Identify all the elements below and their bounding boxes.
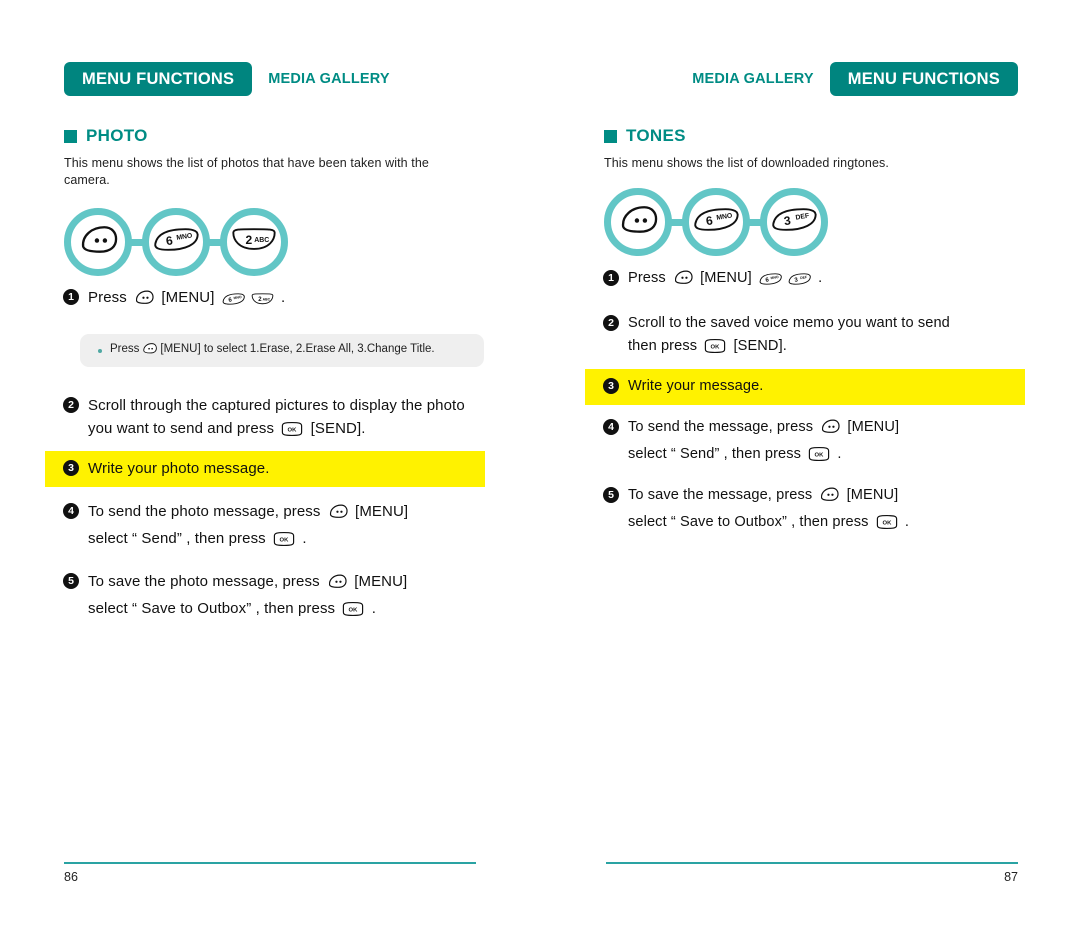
menu-softkey-icon: [133, 289, 155, 313]
step-item: 5 To save the message, press [MENU] select…: [585, 481, 1025, 541]
header-tag-menu-functions: MENU FUNCTIONS: [64, 62, 253, 96]
step-item: 1 Press [MENU] 6 MNO 3 DEF .: [585, 264, 1025, 297]
keypad-key-6-icon: 6 MNO: [758, 271, 783, 294]
page-footer-left: 86: [64, 862, 476, 892]
step-item: 4 To send the photo message, press [MENU]…: [45, 497, 485, 557]
note-text: Press [MENU] to select 1.Erase, 2.Erase A…: [110, 341, 435, 360]
page-header-right: MEDIA GALLERY MENU FUNCTIONS: [692, 62, 1018, 96]
step-number-badge: 3: [603, 378, 619, 394]
header-tag-media-gallery: MEDIA GALLERY: [268, 71, 390, 87]
step-number-badge: 5: [63, 573, 79, 589]
header-tag-menu-functions: MENU FUNCTIONS: [829, 62, 1018, 96]
ok-key-icon: OK: [875, 514, 899, 538]
page-number: 86: [64, 870, 78, 884]
menu-softkey-icon: [672, 269, 694, 294]
svg-text:OK: OK: [711, 345, 721, 351]
section-title-text: TONES: [626, 126, 686, 145]
section-intro-text: This menu shows the list of downloaded r…: [604, 156, 889, 170]
section-intro-text: This menu shows the list of photos that …: [64, 156, 429, 187]
page-footer-right: 87: [606, 862, 1018, 892]
step-text: Press [MENU] 6 MNO 2 ABC .: [88, 286, 285, 313]
ok-key-icon: OK: [807, 446, 831, 470]
step-number-badge: 1: [63, 289, 79, 305]
ok-key-icon: OK: [341, 601, 365, 624]
step-number-badge: 1: [603, 270, 619, 286]
page-number: 87: [1004, 870, 1018, 884]
key-flow-step-3: 3 DEF: [760, 188, 828, 256]
step-number-badge: 4: [63, 503, 79, 519]
step-number-badge: 2: [603, 315, 619, 331]
page-right: MEDIA GALLERY MENU FUNCTIONS TONES This …: [540, 0, 1080, 932]
section-title-text: PHOTO: [86, 126, 148, 145]
keypad-key-3-icon: 3 DEF: [787, 271, 812, 294]
keypad-key-6-icon: 6 MNO: [151, 226, 201, 258]
step-number-badge: 5: [603, 487, 619, 503]
keypad-key-2-icon: 2 ABC: [229, 226, 279, 258]
step-text: To save the photo message, press [MENU] s…: [88, 570, 407, 624]
page-left: MENU FUNCTIONS MEDIA GALLERY PHOTO This …: [0, 0, 540, 932]
step-item: 2 Scroll through the captured pictures to…: [45, 391, 485, 447]
svg-text:OK: OK: [349, 608, 359, 614]
step-item: 2 Scroll to the saved voice memo you want…: [585, 309, 1025, 365]
step-item: 1 Press [MENU] 6 MNO 2 ABC .: [45, 283, 485, 316]
menu-softkey-icon: [818, 486, 840, 511]
section-title-tones: TONES: [604, 126, 686, 146]
step-text: To send the photo message, press [MENU] s…: [88, 500, 408, 554]
note-bullet-icon: [98, 348, 102, 353]
menu-softkey-icon: [326, 573, 348, 597]
step-item-highlighted: 3 Write your photo message.: [45, 451, 485, 487]
header-tag-media-gallery: MEDIA GALLERY: [692, 71, 814, 87]
key-flow-step-menu: [604, 188, 672, 256]
page-header-left: MENU FUNCTIONS MEDIA GALLERY: [64, 62, 390, 96]
svg-text:OK: OK: [882, 521, 892, 527]
svg-text:2: 2: [245, 233, 252, 247]
key-flow-step-6: 6 MNO: [682, 188, 750, 256]
ok-key-icon: OK: [272, 531, 296, 554]
manual-spread: MENU FUNCTIONS MEDIA GALLERY PHOTO This …: [0, 0, 1080, 932]
menu-softkey-icon: [819, 418, 841, 443]
step-number-badge: 3: [63, 460, 79, 476]
footer-rule: [64, 862, 476, 864]
step-text: Write your message.: [628, 378, 764, 394]
menu-softkey-icon: [141, 342, 158, 360]
svg-text:OK: OK: [815, 453, 825, 459]
key-sequence-diagram-right: 6 MNO 3 DEF: [604, 188, 828, 256]
svg-text:ABC: ABC: [254, 237, 269, 244]
step-number-badge: 2: [63, 397, 79, 413]
section-bullet-square-icon: [604, 129, 617, 143]
step-item: 5 To save the photo message, press [MENU]…: [45, 567, 485, 627]
step-item: 4 To send the message, press [MENU] select…: [585, 413, 1025, 473]
step-text: To send the message, press [MENU] select …: [628, 416, 899, 470]
step-number-badge: 4: [603, 419, 619, 435]
keypad-key-3-icon: 3 DEF: [769, 206, 819, 238]
key-flow-step-menu: [64, 208, 132, 276]
svg-text:OK: OK: [280, 538, 290, 544]
menu-softkey-icon: [616, 203, 660, 242]
key-flow-step-2: 2 ABC: [220, 208, 288, 276]
step-list-right: 1 Press [MENU] 6 MNO 3 DEF . 2 Scroll to the s…: [585, 264, 1025, 541]
step-text: Scroll through the captured pictures to …: [88, 394, 485, 444]
step-text: Scroll to the saved voice memo you want …: [628, 312, 950, 362]
footer-rule: [606, 862, 1018, 864]
svg-text:ABC: ABC: [262, 297, 270, 301]
keypad-key-6-icon: 6 MNO: [221, 290, 246, 313]
step-text: Press [MENU] 6 MNO 3 DEF .: [628, 267, 822, 294]
key-sequence-diagram-left: 6 MNO 2 ABC: [64, 208, 288, 276]
step-text: To save the message, press [MENU] select …: [628, 484, 909, 538]
menu-softkey-icon: [76, 223, 120, 262]
ok-key-icon: OK: [703, 338, 727, 362]
ok-key-icon: OK: [280, 421, 304, 444]
key-flow-step-6: 6 MNO: [142, 208, 210, 276]
step-text: Write your photo message.: [88, 460, 270, 477]
svg-text:OK: OK: [288, 428, 298, 434]
step-item-highlighted: 3 Write your message.: [585, 369, 1025, 405]
section-bullet-square-icon: [64, 129, 77, 143]
section-title-photo: PHOTO: [64, 126, 148, 146]
keypad-key-6-icon: 6 MNO: [691, 206, 741, 238]
keypad-key-2-icon: 2 ABC: [250, 290, 275, 313]
menu-softkey-icon: [327, 503, 349, 527]
tip-note-box: Press [MENU] to select 1.Erase, 2.Erase A…: [80, 334, 484, 367]
